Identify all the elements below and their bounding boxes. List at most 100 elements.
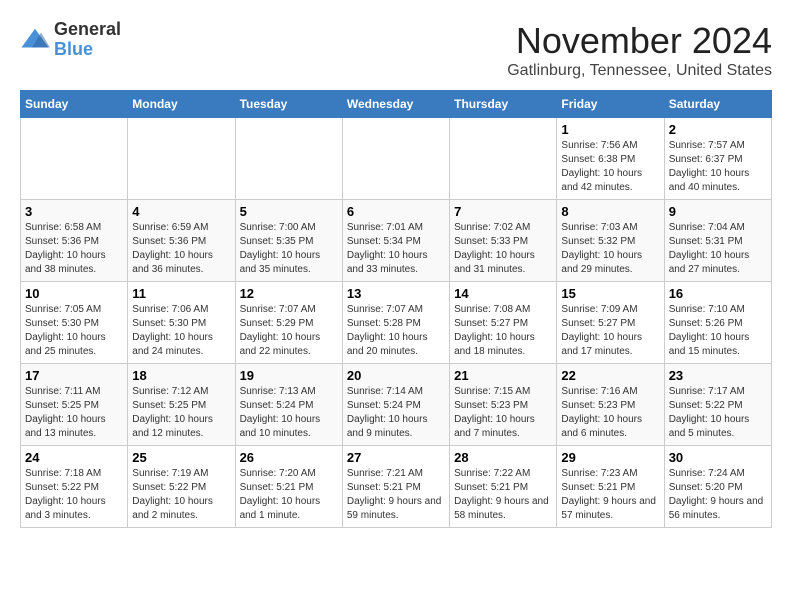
logo-icon — [20, 25, 50, 55]
week-row: 1 Sunrise: 7:56 AM Sunset: 6:38 PM Daylig… — [21, 118, 772, 200]
cell-info: Sunrise: 7:23 AM Sunset: 5:21 PM Dayligh… — [561, 467, 659, 523]
calendar-cell: 21 Sunrise: 7:15 AM Sunset: 5:23 PM Dayli… — [450, 364, 557, 446]
day-number: 1 — [561, 122, 659, 137]
calendar-cell: 23 Sunrise: 7:17 AM Sunset: 5:22 PM Dayli… — [664, 364, 771, 446]
cell-info: Sunrise: 7:13 AM Sunset: 5:24 PM Dayligh… — [240, 385, 338, 441]
day-number: 7 — [454, 204, 552, 219]
calendar-cell: 5 Sunrise: 7:00 AM Sunset: 5:35 PM Daylig… — [235, 200, 342, 282]
day-number: 2 — [669, 122, 767, 137]
day-number: 10 — [25, 286, 123, 301]
day-number: 3 — [25, 204, 123, 219]
day-number: 23 — [669, 368, 767, 383]
cell-info: Sunrise: 7:19 AM Sunset: 5:22 PM Dayligh… — [132, 467, 230, 523]
day-number: 29 — [561, 450, 659, 465]
calendar-table: SundayMondayTuesdayWednesdayThursdayFrid… — [20, 90, 772, 528]
calendar-body: 1 Sunrise: 7:56 AM Sunset: 6:38 PM Daylig… — [21, 118, 772, 528]
weekday-header: Friday — [557, 91, 664, 118]
calendar-cell: 30 Sunrise: 7:24 AM Sunset: 5:20 PM Dayli… — [664, 446, 771, 528]
logo: General Blue — [20, 20, 121, 60]
cell-info: Sunrise: 7:07 AM Sunset: 5:29 PM Dayligh… — [240, 303, 338, 359]
cell-info: Sunrise: 7:24 AM Sunset: 5:20 PM Dayligh… — [669, 467, 767, 523]
day-number: 22 — [561, 368, 659, 383]
cell-info: Sunrise: 7:04 AM Sunset: 5:31 PM Dayligh… — [669, 221, 767, 277]
cell-info: Sunrise: 7:06 AM Sunset: 5:30 PM Dayligh… — [132, 303, 230, 359]
calendar-cell: 3Sunrise: 6:58 AM Sunset: 5:36 PM Daylig… — [21, 200, 128, 282]
title-area: November 2024 Gatlinburg, Tennessee, Uni… — [507, 20, 772, 80]
day-number: 13 — [347, 286, 445, 301]
calendar-cell — [342, 118, 449, 200]
day-number: 28 — [454, 450, 552, 465]
weekday-header: Monday — [128, 91, 235, 118]
cell-info: Sunrise: 7:08 AM Sunset: 5:27 PM Dayligh… — [454, 303, 552, 359]
cell-info: Sunrise: 7:10 AM Sunset: 5:26 PM Dayligh… — [669, 303, 767, 359]
calendar-cell: 29 Sunrise: 7:23 AM Sunset: 5:21 PM Dayli… — [557, 446, 664, 528]
calendar-cell: 24Sunrise: 7:18 AM Sunset: 5:22 PM Dayli… — [21, 446, 128, 528]
calendar-cell: 10 Sunrise: 7:05 AM Sunset: 5:30 PM Dayli… — [21, 282, 128, 364]
cell-info: Sunrise: 7:11 AM Sunset: 5:25 PM Dayligh… — [25, 385, 123, 441]
cell-info: Sunrise: 7:17 AM Sunset: 5:22 PM Dayligh… — [669, 385, 767, 441]
day-number: 5 — [240, 204, 338, 219]
cell-info: Sunrise: 7:22 AM Sunset: 5:21 PM Dayligh… — [454, 467, 552, 523]
cell-info: Sunrise: 7:56 AM Sunset: 6:38 PM Dayligh… — [561, 139, 659, 195]
calendar-cell: 16 Sunrise: 7:10 AM Sunset: 5:26 PM Dayli… — [664, 282, 771, 364]
cell-info: Sunrise: 7:00 AM Sunset: 5:35 PM Dayligh… — [240, 221, 338, 277]
day-number: 15 — [561, 286, 659, 301]
calendar-cell: 22 Sunrise: 7:16 AM Sunset: 5:23 PM Dayli… — [557, 364, 664, 446]
day-number: 16 — [669, 286, 767, 301]
cell-info: Sunrise: 7:16 AM Sunset: 5:23 PM Dayligh… — [561, 385, 659, 441]
cell-info: Sunrise: 7:21 AM Sunset: 5:21 PM Dayligh… — [347, 467, 445, 523]
weekday-row: SundayMondayTuesdayWednesdayThursdayFrid… — [21, 91, 772, 118]
weekday-header: Tuesday — [235, 91, 342, 118]
header: General Blue November 2024 Gatlinburg, T… — [20, 20, 772, 80]
week-row: 10 Sunrise: 7:05 AM Sunset: 5:30 PM Dayli… — [21, 282, 772, 364]
calendar-cell: 26 Sunrise: 7:20 AM Sunset: 5:21 PM Dayli… — [235, 446, 342, 528]
cell-info: Sunrise: 7:15 AM Sunset: 5:23 PM Dayligh… — [454, 385, 552, 441]
calendar-cell: 1 Sunrise: 7:56 AM Sunset: 6:38 PM Daylig… — [557, 118, 664, 200]
week-row: 24Sunrise: 7:18 AM Sunset: 5:22 PM Dayli… — [21, 446, 772, 528]
cell-info: Sunrise: 6:59 AM Sunset: 5:36 PM Dayligh… — [132, 221, 230, 277]
calendar-cell: 9 Sunrise: 7:04 AM Sunset: 5:31 PM Daylig… — [664, 200, 771, 282]
calendar-cell — [128, 118, 235, 200]
day-number: 20 — [347, 368, 445, 383]
cell-info: Sunrise: 7:14 AM Sunset: 5:24 PM Dayligh… — [347, 385, 445, 441]
logo-text: General Blue — [54, 20, 121, 60]
day-number: 30 — [669, 450, 767, 465]
cell-info: Sunrise: 7:20 AM Sunset: 5:21 PM Dayligh… — [240, 467, 338, 523]
day-number: 9 — [669, 204, 767, 219]
day-number: 14 — [454, 286, 552, 301]
day-number: 17 — [25, 368, 123, 383]
cell-info: Sunrise: 7:57 AM Sunset: 6:37 PM Dayligh… — [669, 139, 767, 195]
day-number: 24 — [25, 450, 123, 465]
calendar-cell — [235, 118, 342, 200]
cell-info: Sunrise: 7:03 AM Sunset: 5:32 PM Dayligh… — [561, 221, 659, 277]
calendar-cell: 15Sunrise: 7:09 AM Sunset: 5:27 PM Dayli… — [557, 282, 664, 364]
month-title: November 2024 — [507, 20, 772, 62]
week-row: 3Sunrise: 6:58 AM Sunset: 5:36 PM Daylig… — [21, 200, 772, 282]
day-number: 11 — [132, 286, 230, 301]
day-number: 26 — [240, 450, 338, 465]
calendar-cell — [21, 118, 128, 200]
calendar-cell: 12Sunrise: 7:07 AM Sunset: 5:29 PM Dayli… — [235, 282, 342, 364]
day-number: 21 — [454, 368, 552, 383]
logo-blue: Blue — [54, 40, 121, 60]
weekday-header: Thursday — [450, 91, 557, 118]
cell-info: Sunrise: 7:07 AM Sunset: 5:28 PM Dayligh… — [347, 303, 445, 359]
weekday-header: Wednesday — [342, 91, 449, 118]
day-number: 19 — [240, 368, 338, 383]
weekday-header: Saturday — [664, 91, 771, 118]
calendar-cell: 11 Sunrise: 7:06 AM Sunset: 5:30 PM Dayli… — [128, 282, 235, 364]
cell-info: Sunrise: 7:05 AM Sunset: 5:30 PM Dayligh… — [25, 303, 123, 359]
logo-general: General — [54, 20, 121, 40]
cell-info: Sunrise: 7:01 AM Sunset: 5:34 PM Dayligh… — [347, 221, 445, 277]
calendar-cell: 4Sunrise: 6:59 AM Sunset: 5:36 PM Daylig… — [128, 200, 235, 282]
calendar-cell: 8Sunrise: 7:03 AM Sunset: 5:32 PM Daylig… — [557, 200, 664, 282]
week-row: 17 Sunrise: 7:11 AM Sunset: 5:25 PM Dayli… — [21, 364, 772, 446]
calendar-cell: 28 Sunrise: 7:22 AM Sunset: 5:21 PM Dayli… — [450, 446, 557, 528]
calendar-cell: 19 Sunrise: 7:13 AM Sunset: 5:24 PM Dayli… — [235, 364, 342, 446]
calendar-cell: 27Sunrise: 7:21 AM Sunset: 5:21 PM Dayli… — [342, 446, 449, 528]
cell-info: Sunrise: 7:02 AM Sunset: 5:33 PM Dayligh… — [454, 221, 552, 277]
calendar-cell: 6Sunrise: 7:01 AM Sunset: 5:34 PM Daylig… — [342, 200, 449, 282]
calendar-cell: 18Sunrise: 7:12 AM Sunset: 5:25 PM Dayli… — [128, 364, 235, 446]
calendar-header: SundayMondayTuesdayWednesdayThursdayFrid… — [21, 91, 772, 118]
day-number: 25 — [132, 450, 230, 465]
